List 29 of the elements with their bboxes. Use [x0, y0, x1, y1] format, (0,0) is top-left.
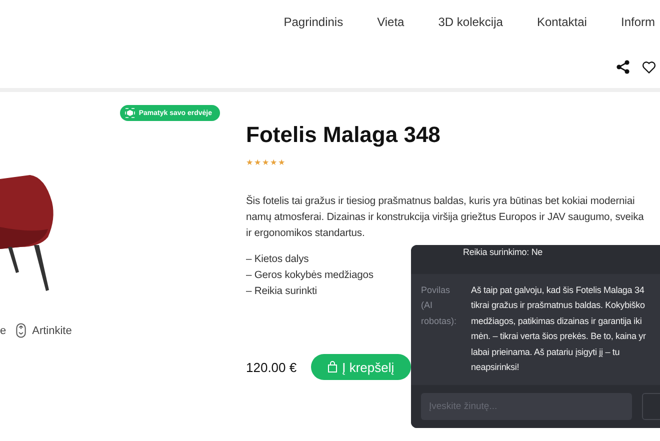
description-text: Šis fotelis tai gražus ir tiesiog prašmatnus baldas, kuris yra būtinas bet kokiai moderniai [246, 194, 635, 209]
feature-item: – Geros kokybės medžiagos [246, 269, 374, 283]
description-text: ir ergonomikos standartus. [246, 227, 365, 241]
feature-item: – Reikia surinkti [246, 285, 317, 299]
nav-link[interactable]: Kontaktai [520, 14, 604, 30]
hint-label: e [0, 324, 6, 336]
nav-link[interactable]: Inform [604, 14, 660, 30]
shopping-bag-icon [327, 361, 338, 373]
chat-message-text: Reikia surinkimo: Ne [463, 246, 543, 259]
share-icon[interactable] [616, 60, 630, 74]
description-text: namų atmosferai. Dizainas ir konstrukcija viršija griežtus Europos ir JAV saugumo, sveika [246, 211, 644, 225]
chat-message-text: medžiagos, patikimas dizainas ir garantija iki [471, 314, 642, 328]
price: 120.00 € [246, 360, 297, 374]
mouse-icon [16, 323, 26, 338]
chat-message-text: Aš taip pat galvoju, kad šis Fotelis Malaga 34 [471, 284, 644, 297]
chat-message-text: mėn. – tikrai verta šios prekės. Be to, kaina yr [471, 330, 646, 344]
heart-icon[interactable] [642, 60, 656, 74]
chat-author: Povilas (AI robotas): [421, 284, 458, 328]
feature-item: – Kietos dalys [246, 253, 309, 267]
nav-link[interactable]: Vieta [360, 14, 422, 30]
hint-label: Artinkite [32, 324, 72, 336]
chat-message-text: labai prieinama. Aš patariu įsigyti jį – tu [471, 346, 620, 359]
nav-link[interactable]: Pagrindinis [266, 14, 360, 30]
chat-message-text: tikrai gražus ir prašmatnus baldas. Kokybiško [471, 299, 645, 312]
rating-stars: ★★★★★ [246, 158, 286, 168]
cube-icon [124, 108, 135, 118]
nav-link[interactable]: 3D kolekcija [421, 14, 520, 30]
chat-message-text: neapsirinksi! [471, 361, 520, 374]
product-title: Fotelis Malaga 348 [246, 122, 442, 148]
